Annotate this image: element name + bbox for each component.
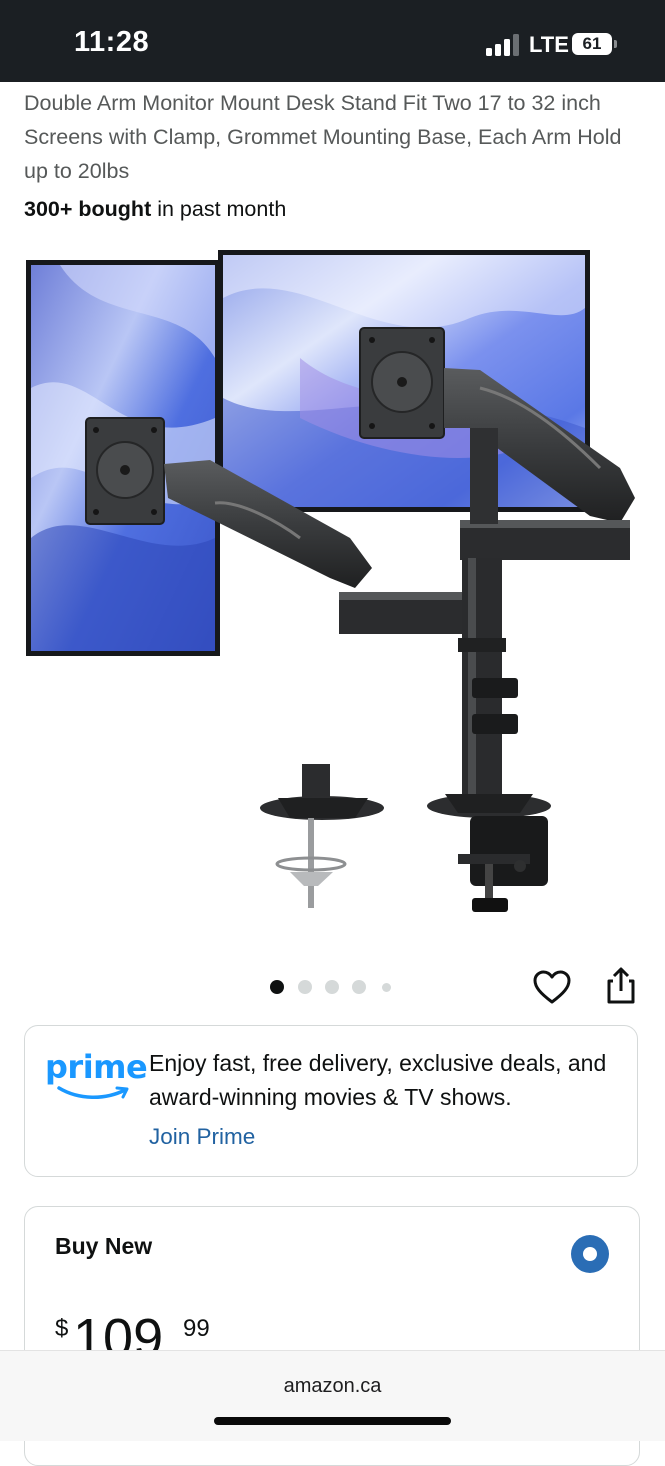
battery-tip [614,40,617,48]
carousel-dot-3[interactable] [325,980,339,994]
network-type: LTE [529,32,569,57]
bought-count: 300+ bought in past month [24,197,286,222]
home-indicator[interactable] [214,1417,451,1425]
price-fraction: 99 [183,1315,210,1342]
address-bar-domain[interactable]: amazon.ca [0,1375,665,1398]
prime-smile-icon [57,1086,129,1099]
prime-logo: prime [45,1048,148,1108]
buy-new-label: Buy New [55,1233,153,1259]
carousel-dot-4[interactable] [352,980,366,994]
price-currency: $ [55,1315,69,1342]
battery-icon: 61 [572,33,612,55]
share-button[interactable] [602,966,640,1006]
carousel-dot-2[interactable] [298,980,312,994]
bought-suffix: in past month [151,197,287,221]
prime-logo-text: prime [45,1048,148,1086]
browser-bottom-bar: amazon.ca [0,1350,665,1441]
product-image[interactable] [0,238,665,938]
signal-strength-icon [486,32,522,56]
dual-monitor-arm-mount-image [26,250,635,912]
carousel-dot-1[interactable] [270,980,284,994]
product-title: Double Arm Monitor Mount Desk Stand Fit … [24,91,622,183]
join-prime-link[interactable]: Join Prime [149,1124,255,1150]
buy-new-radio[interactable] [571,1235,609,1273]
wishlist-button[interactable] [532,968,572,1008]
prime-banner[interactable]: prime Enjoy fast, free delivery, exclusi… [24,1025,638,1177]
carousel-dot-5[interactable] [382,983,391,992]
bought-count-bold: 300+ bought [24,197,152,221]
share-icon [607,967,635,1004]
status-time: 11:28 [74,26,150,58]
title-overflow-line [24,62,644,80]
heart-icon [533,970,571,1004]
prime-message: Enjoy fast, free delivery, exclusive dea… [149,1050,607,1110]
